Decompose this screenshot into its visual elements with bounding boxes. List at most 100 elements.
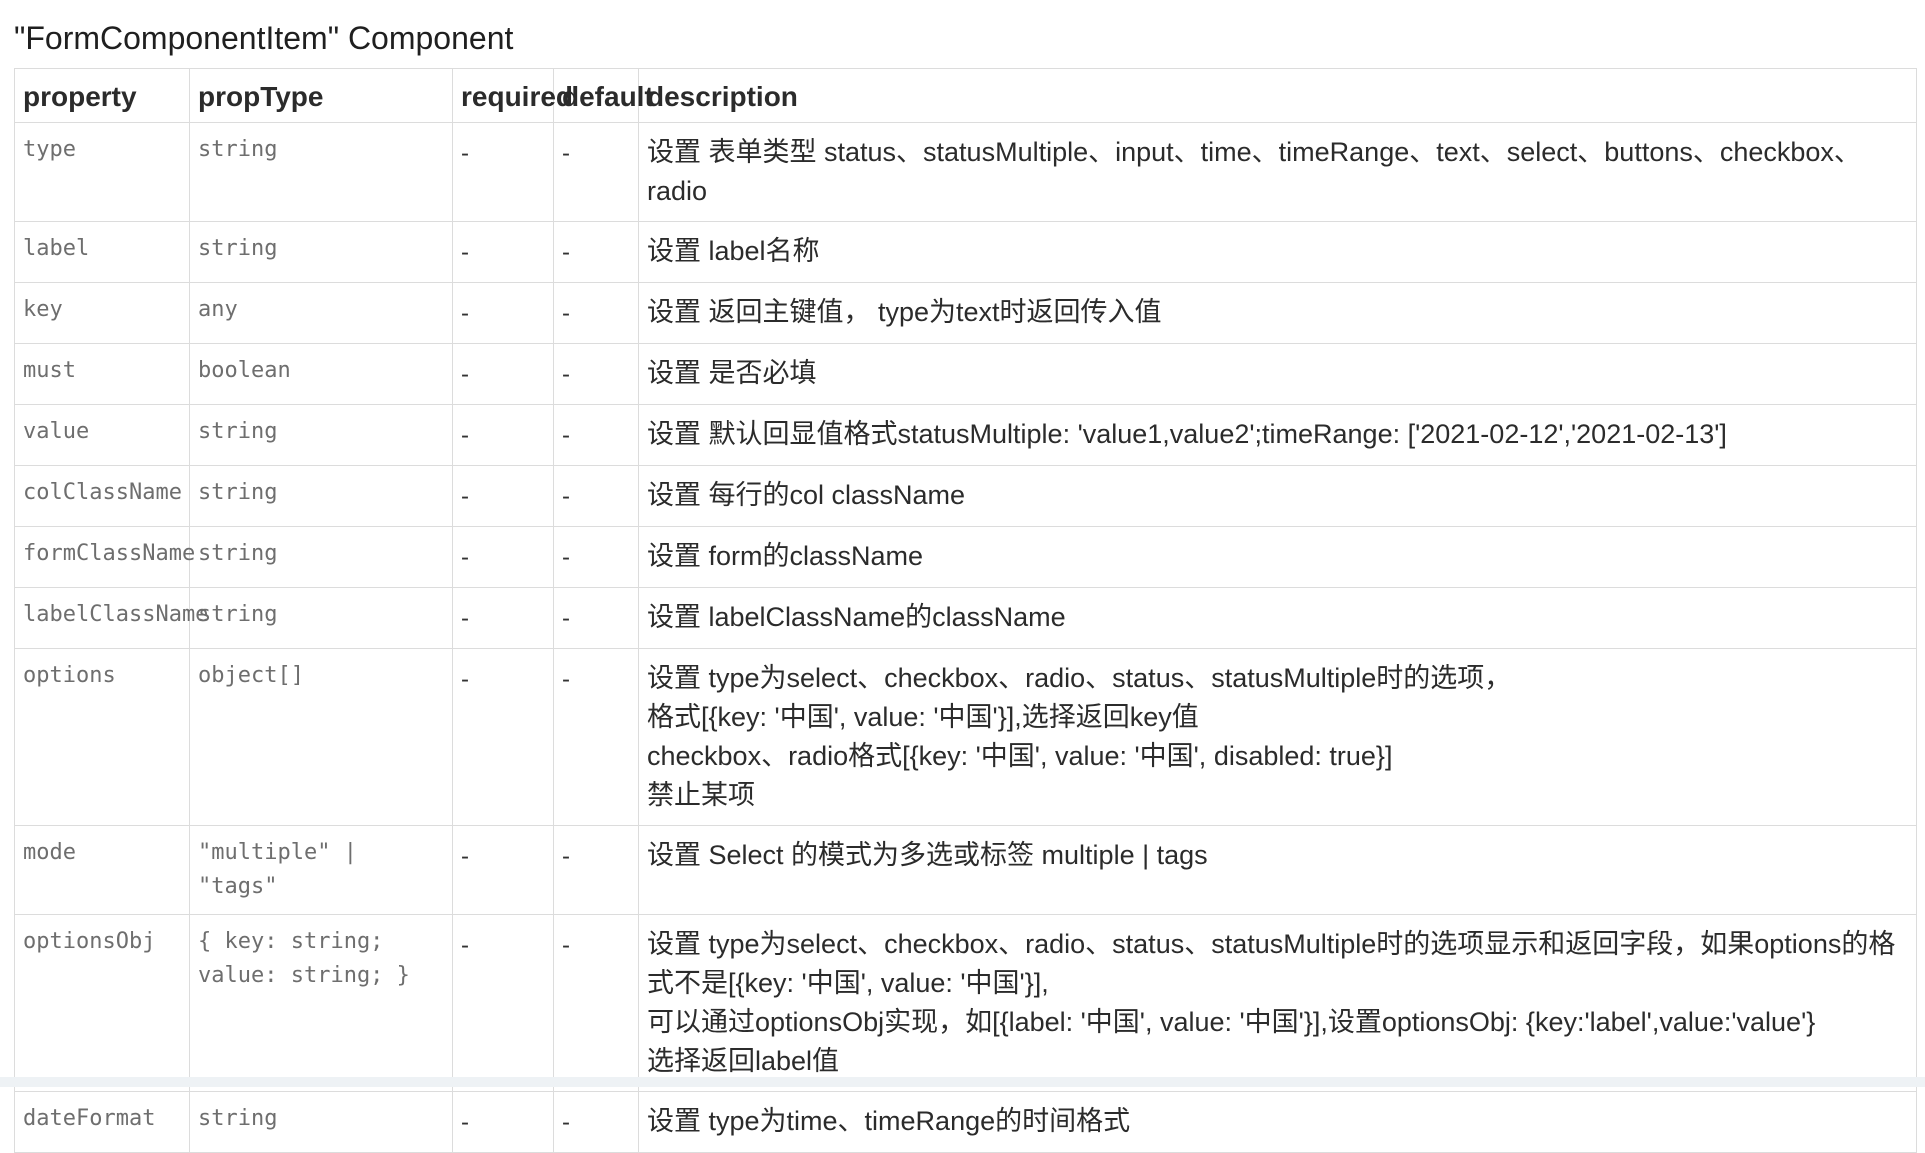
cell-proptype: "multiple" | "tags"	[189, 825, 453, 915]
cell-default: -	[553, 914, 639, 1092]
cell-default: -	[553, 1091, 639, 1153]
description-line: 设置 form的className	[647, 541, 924, 571]
description-line: 设置 type为select、checkbox、radio、status、sta…	[647, 929, 1896, 998]
cell-proptype: boolean	[189, 343, 453, 405]
cell-description: 设置 是否必填	[638, 343, 1917, 405]
cell-description: 设置 每行的col className	[638, 465, 1917, 527]
table-row: value string - - 设置 默认回显值格式statusMultiple: '…	[14, 404, 1917, 466]
cell-description: 设置 form的className	[638, 526, 1917, 588]
table-row: key any - - 设置 返回主键值， type为text时返回传入值	[14, 282, 1917, 344]
cell-property: key	[14, 282, 190, 344]
table-row: label string - - 设置 label名称	[14, 221, 1917, 283]
description-line: 设置 返回主键值， type为text时返回传入值	[647, 297, 1162, 327]
cell-required: -	[452, 914, 554, 1092]
column-header-proptype: propType	[189, 68, 453, 123]
cell-required: -	[452, 825, 554, 915]
cell-property: label	[14, 221, 190, 283]
cell-property: options	[14, 648, 190, 826]
cell-default: -	[553, 526, 639, 588]
cell-proptype: string	[189, 465, 453, 527]
cell-description: 设置 type为select、checkbox、radio、status、sta…	[638, 914, 1917, 1092]
table-body: type string - - 设置 表单类型 status、statusMultipl…	[14, 122, 1917, 1153]
table-row: options object[] - - 设置 type为select、checkbox…	[14, 648, 1917, 826]
cell-description: 设置 Select 的模式为多选或标签 multiple | tags	[638, 825, 1917, 915]
description-line: 设置 每行的col className	[647, 480, 966, 510]
cell-property: value	[14, 404, 190, 466]
description-line: 选择返回label值	[647, 1046, 840, 1076]
cell-property: colClassName	[14, 465, 190, 527]
description-line: 可以通过optionsObj实现，如[{label: '中国', value: …	[647, 1007, 1816, 1037]
description-line: 禁止某项	[647, 780, 755, 810]
table-header-row: property propType required default descr…	[14, 68, 1917, 123]
cell-description: 设置 默认回显值格式statusMultiple: 'value1,value2…	[638, 404, 1917, 466]
cell-property: formClassName	[14, 526, 195, 588]
cell-proptype: string	[189, 526, 453, 588]
cell-proptype: { key: string; value: string; }	[189, 914, 453, 1092]
cell-default: -	[553, 587, 639, 649]
cell-required: -	[452, 526, 554, 588]
cell-required: -	[452, 122, 554, 222]
cell-default: -	[553, 343, 639, 405]
table-row: formClassName string - - 设置 form的className	[14, 526, 1917, 588]
page-title: "FormComponentItem" Component	[14, 20, 514, 56]
cell-description: 设置 type为time、timeRange的时间格式	[638, 1091, 1917, 1153]
column-header-property: property	[14, 68, 190, 123]
cell-proptype: string	[189, 221, 453, 283]
table-row: type string - - 设置 表单类型 status、statusMultipl…	[14, 122, 1917, 222]
description-line: 设置 labelClassName的className	[647, 602, 1066, 632]
cell-property: mode	[14, 825, 190, 915]
table-row: labelClassName string - - 设置 labelClassName的…	[14, 587, 1917, 649]
cell-default: -	[553, 648, 639, 826]
bottom-scroll-area	[0, 1077, 1925, 1087]
cell-required: -	[452, 587, 554, 649]
cell-default: -	[553, 122, 639, 222]
cell-required: -	[452, 282, 554, 344]
description-line: 设置 是否必填	[647, 358, 817, 388]
cell-property: dateFormat	[14, 1091, 190, 1153]
cell-proptype: string	[189, 587, 453, 649]
cell-required: -	[452, 465, 554, 527]
table-row: optionsObj{ key: string; value: string; …	[14, 914, 1917, 1092]
page: "FormComponentItem" Component property p…	[14, 0, 1917, 1153]
cell-property: labelClassName	[14, 587, 208, 649]
description-line: checkbox、radio格式[{key: '中国', value: '中国'…	[647, 741, 1393, 771]
cell-description: 设置 返回主键值， type为text时返回传入值	[638, 282, 1917, 344]
cell-default: -	[553, 825, 639, 915]
cell-proptype: string	[189, 122, 453, 222]
cell-description: 设置 label名称	[638, 221, 1917, 283]
column-header-default: default	[553, 68, 654, 123]
cell-required: -	[452, 648, 554, 826]
cell-proptype: string	[189, 1091, 453, 1153]
cell-default: -	[553, 282, 639, 344]
description-line: 设置 label名称	[647, 236, 820, 266]
description-line: 设置 表单类型 status、statusMultiple、input、time…	[647, 137, 1861, 206]
cell-required: -	[452, 221, 554, 283]
cell-required: -	[452, 1091, 554, 1153]
cell-required: -	[452, 343, 554, 405]
column-header-required: required	[452, 68, 573, 123]
table-row: mode "multiple" | "tags" - - 设置 Select 的模式为多…	[14, 825, 1917, 915]
cell-description: 设置 表单类型 status、statusMultiple、input、time…	[638, 122, 1917, 222]
cell-description: 设置 type为select、checkbox、radio、status、sta…	[638, 648, 1917, 826]
table-row: colClassName string - - 设置 每行的col className	[14, 465, 1917, 527]
table-row: must boolean - - 设置 是否必填	[14, 343, 1917, 405]
cell-property: optionsObj	[14, 914, 190, 1092]
description-line: 设置 type为select、checkbox、radio、status、sta…	[647, 663, 1512, 693]
cell-property: type	[14, 122, 190, 222]
table-row: dateFormat string - - 设置 type为time、timeRange…	[14, 1091, 1917, 1153]
description-line: 设置 默认回显值格式statusMultiple: 'value1,value2…	[647, 419, 1727, 449]
props-table: property propType required default descr…	[14, 68, 1917, 1153]
description-line: 格式[{key: '中国', value: '中国'}],选择返回key值	[647, 702, 1199, 732]
cell-proptype: object[]	[189, 648, 453, 826]
description-line: 设置 Select 的模式为多选或标签 multiple | tags	[647, 840, 1208, 870]
description-line: 设置 type为time、timeRange的时间格式	[647, 1106, 1131, 1136]
cell-required: -	[452, 404, 554, 466]
cell-proptype: any	[189, 282, 453, 344]
cell-description: 设置 labelClassName的className	[638, 587, 1917, 649]
column-header-description: description	[638, 68, 1917, 123]
cell-default: -	[553, 465, 639, 527]
cell-property: must	[14, 343, 190, 405]
cell-proptype: string	[189, 404, 453, 466]
cell-default: -	[553, 221, 639, 283]
cell-default: -	[553, 404, 639, 466]
